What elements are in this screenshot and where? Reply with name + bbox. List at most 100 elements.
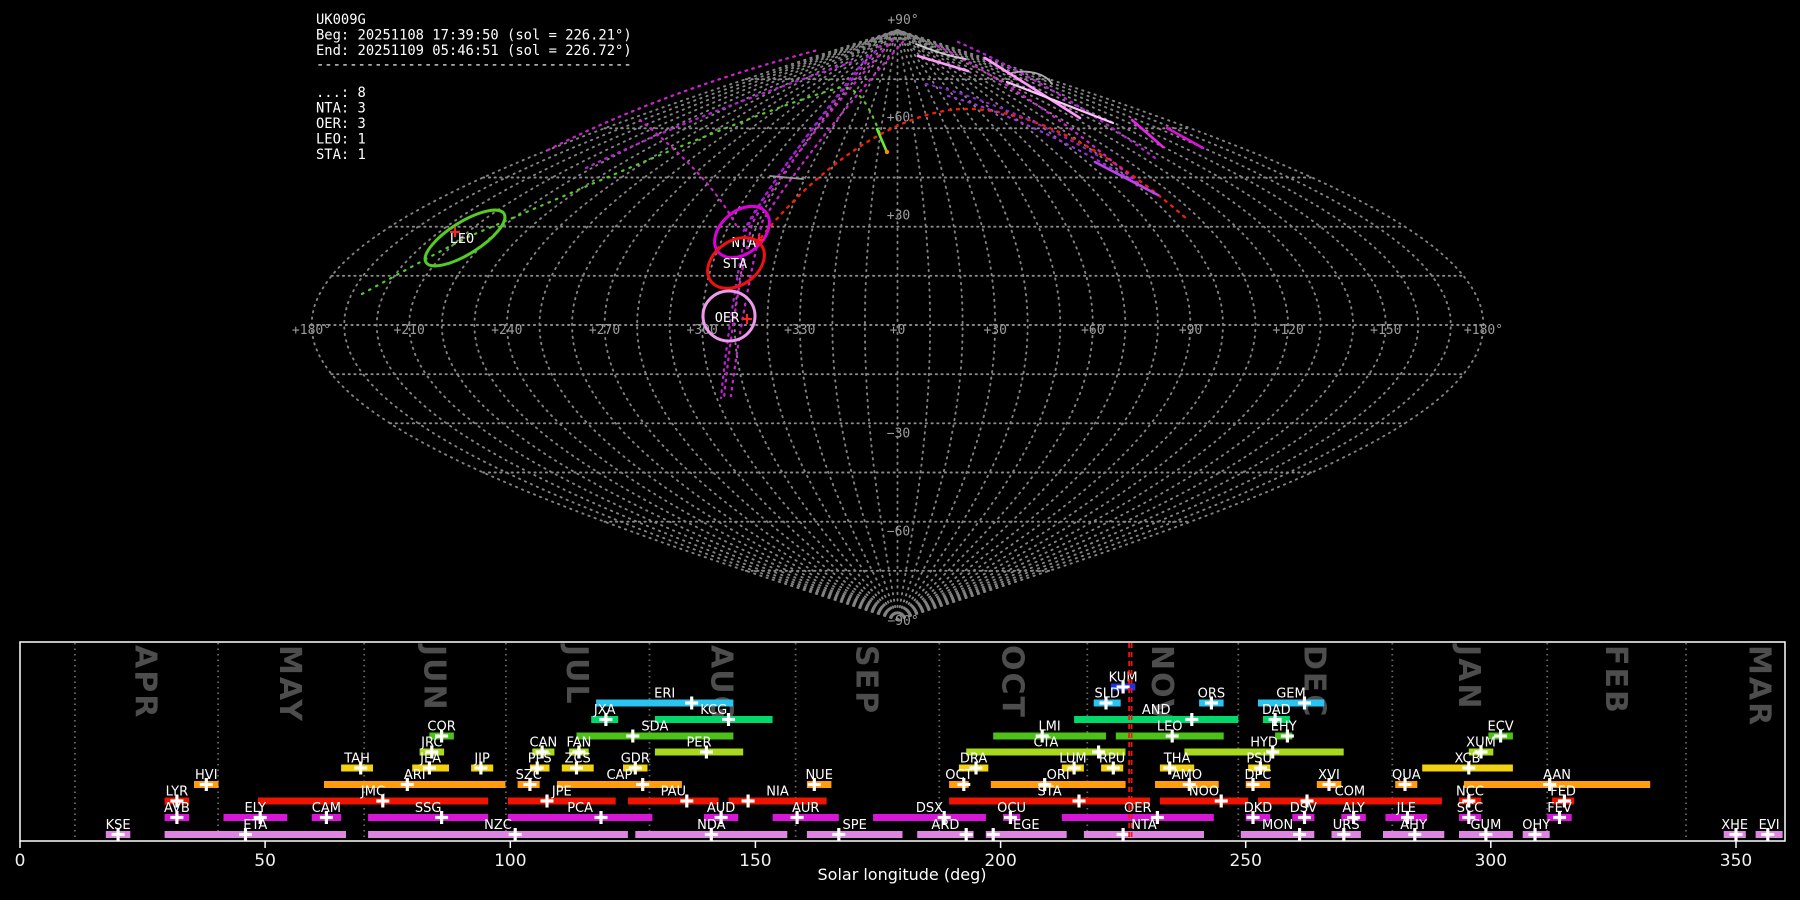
shower-label-EGE: EGE	[1013, 818, 1040, 833]
shower-RPU: RPU	[1099, 752, 1125, 775]
shower-label-JXA: JXA	[593, 703, 616, 718]
shower-label-KCG: KCG	[700, 703, 727, 718]
shower-label-THA: THA	[1163, 752, 1191, 767]
lon-label: +270	[589, 323, 620, 338]
meteor-trail-3	[1005, 80, 1115, 125]
count-LEO: LEO: 1	[316, 132, 366, 148]
shower-label-OER: OER	[1124, 801, 1151, 816]
count-STA: STA: 1	[316, 147, 366, 163]
lon-label: +60	[1081, 323, 1104, 338]
x-tick-label: 350	[1720, 851, 1752, 871]
lat-label: +30	[887, 209, 910, 224]
lon-label: +240	[491, 323, 522, 338]
shower-NTA: NTA	[1083, 818, 1204, 841]
x-tick-label: 300	[1475, 851, 1507, 871]
shower-label-AAN: AAN	[1543, 768, 1571, 783]
shower-ORS: ORS	[1198, 687, 1225, 710]
shower-label-CTA: CTA	[1033, 736, 1058, 751]
shower-OCT: OCT	[945, 768, 973, 791]
lon-label: +0	[890, 323, 906, 338]
x-tick-label: 50	[254, 851, 276, 871]
shower-label-DRA: DRA	[960, 752, 988, 767]
shower-label-NOO: NOO	[1189, 785, 1219, 800]
shower-label-AMO: AMO	[1172, 768, 1202, 783]
shower-label-GEM: GEM	[1276, 687, 1306, 702]
shower-label-DSX: DSX	[916, 801, 943, 816]
shower-label-NIA: NIA	[766, 785, 789, 800]
x-tick-label: 250	[1229, 851, 1261, 871]
shower-activity-bars: KUMERI SLD ORS GEMJXA KCG AND DADCOR SDA LMI LEO E…	[106, 671, 1783, 841]
lat-label: +60	[887, 110, 910, 125]
shower-EGE: EGE	[985, 818, 1067, 841]
shower-JIP: JIP	[471, 752, 494, 775]
x-axis-title: Solar longitude (deg)	[818, 865, 987, 884]
trail-end-dot	[884, 149, 890, 155]
shower-XHE: XHE	[1721, 818, 1748, 841]
month-label-MAR: MAR	[1742, 645, 1777, 727]
shower-label-SDA: SDA	[641, 720, 668, 735]
shower-KSE: KSE	[106, 818, 131, 841]
month-label-DEC: DEC	[1296, 645, 1331, 718]
count-NTA: NTA: 3	[316, 101, 366, 117]
radiant-map-screenshot: +90° −90° +180° +150 +120 +90 +60 +30 +0 +330 +3…	[0, 0, 1800, 900]
month-label-JUN: JUN	[416, 643, 451, 712]
shower-label-CAP: CAP	[606, 768, 632, 783]
shower-ARD: ARD	[917, 818, 974, 841]
month-label-JUL: JUL	[559, 643, 594, 706]
shower-drift-trajectories	[360, 38, 1190, 400]
radiant-LEO: LEO	[423, 208, 507, 268]
station-id: UK009G	[316, 12, 366, 28]
shower-label-ORI: ORI	[1047, 768, 1070, 783]
shower-label-LEO: LEO	[1157, 720, 1183, 735]
shower-label-NZC: NZC	[484, 818, 512, 833]
shower-label-ERI: ERI	[654, 687, 675, 702]
radiant-label-STA: STA	[723, 256, 747, 272]
shower-NDA: NDA	[635, 818, 788, 841]
shower-NUE: NUE	[805, 768, 833, 791]
shower-label-DPC: DPC	[1245, 768, 1272, 783]
shower-label-PAU: PAU	[661, 785, 686, 800]
shower-GUM: GUM	[1459, 818, 1513, 841]
shower-label-ELY: ELY	[244, 801, 266, 816]
lon-label: +180°	[1464, 323, 1503, 338]
month-label-MAY: MAY	[272, 645, 307, 723]
shower-label-TAH: TAH	[343, 752, 370, 767]
shower-URS: URS	[1331, 818, 1361, 841]
shower-count-list: ...: 8NTA: 3OER: 3LEO: 1STA: 1	[316, 85, 366, 163]
pole-label-south: −90°	[887, 614, 918, 629]
shower-label-AND: AND	[1142, 703, 1171, 718]
shower-FEV: FEV	[1547, 801, 1572, 824]
shower-label-URS: URS	[1333, 818, 1360, 833]
station-info-block: UK009G Beg: 20251108 17:39:50 (sol = 226…	[316, 12, 632, 163]
pole-label-north: +90°	[887, 13, 918, 28]
x-tick-label: 0	[15, 851, 26, 871]
shower-label-SPE: SPE	[843, 818, 867, 833]
shower-ZCS: ZCS	[561, 752, 594, 775]
shower-DSV: DSV	[1290, 801, 1317, 824]
shower-CAM: CAM	[311, 801, 342, 824]
separator-line: --------------------------------------	[316, 57, 632, 73]
shower-label-COM: COM	[1335, 785, 1366, 800]
shower-AVB: AVB	[164, 801, 190, 824]
shower-DPC: DPC	[1245, 768, 1272, 791]
shower-NZC: NZC	[368, 818, 628, 841]
shower-label-JPE: JPE	[551, 785, 572, 800]
lon-label: +150	[1370, 323, 1401, 338]
lon-label: +120	[1273, 323, 1304, 338]
shower-label-NUE: NUE	[805, 768, 832, 783]
x-axis: Solar longitude (deg) 0 50 100 150 200 250 300…	[15, 841, 1752, 884]
lon-label: +210	[394, 323, 425, 338]
shower-label-JLE: JLE	[1396, 801, 1416, 816]
meridian-160	[896, 29, 1420, 621]
shower-QUA: QUA	[1392, 768, 1421, 791]
month-label-SEP: SEP	[849, 645, 884, 715]
shower-label-SSG: SSG	[415, 801, 442, 816]
shower-SPE: SPE	[806, 818, 903, 841]
radiant-STA: STA	[706, 236, 766, 290]
shower-label-OCT: OCT	[945, 768, 972, 783]
month-label-APR: APR	[128, 645, 163, 719]
x-tick-label: 100	[494, 851, 526, 871]
shower-label-DKD: DKD	[1244, 801, 1273, 816]
month-label-FEB: FEB	[1598, 645, 1633, 715]
month-label-OCT: OCT	[994, 645, 1029, 719]
